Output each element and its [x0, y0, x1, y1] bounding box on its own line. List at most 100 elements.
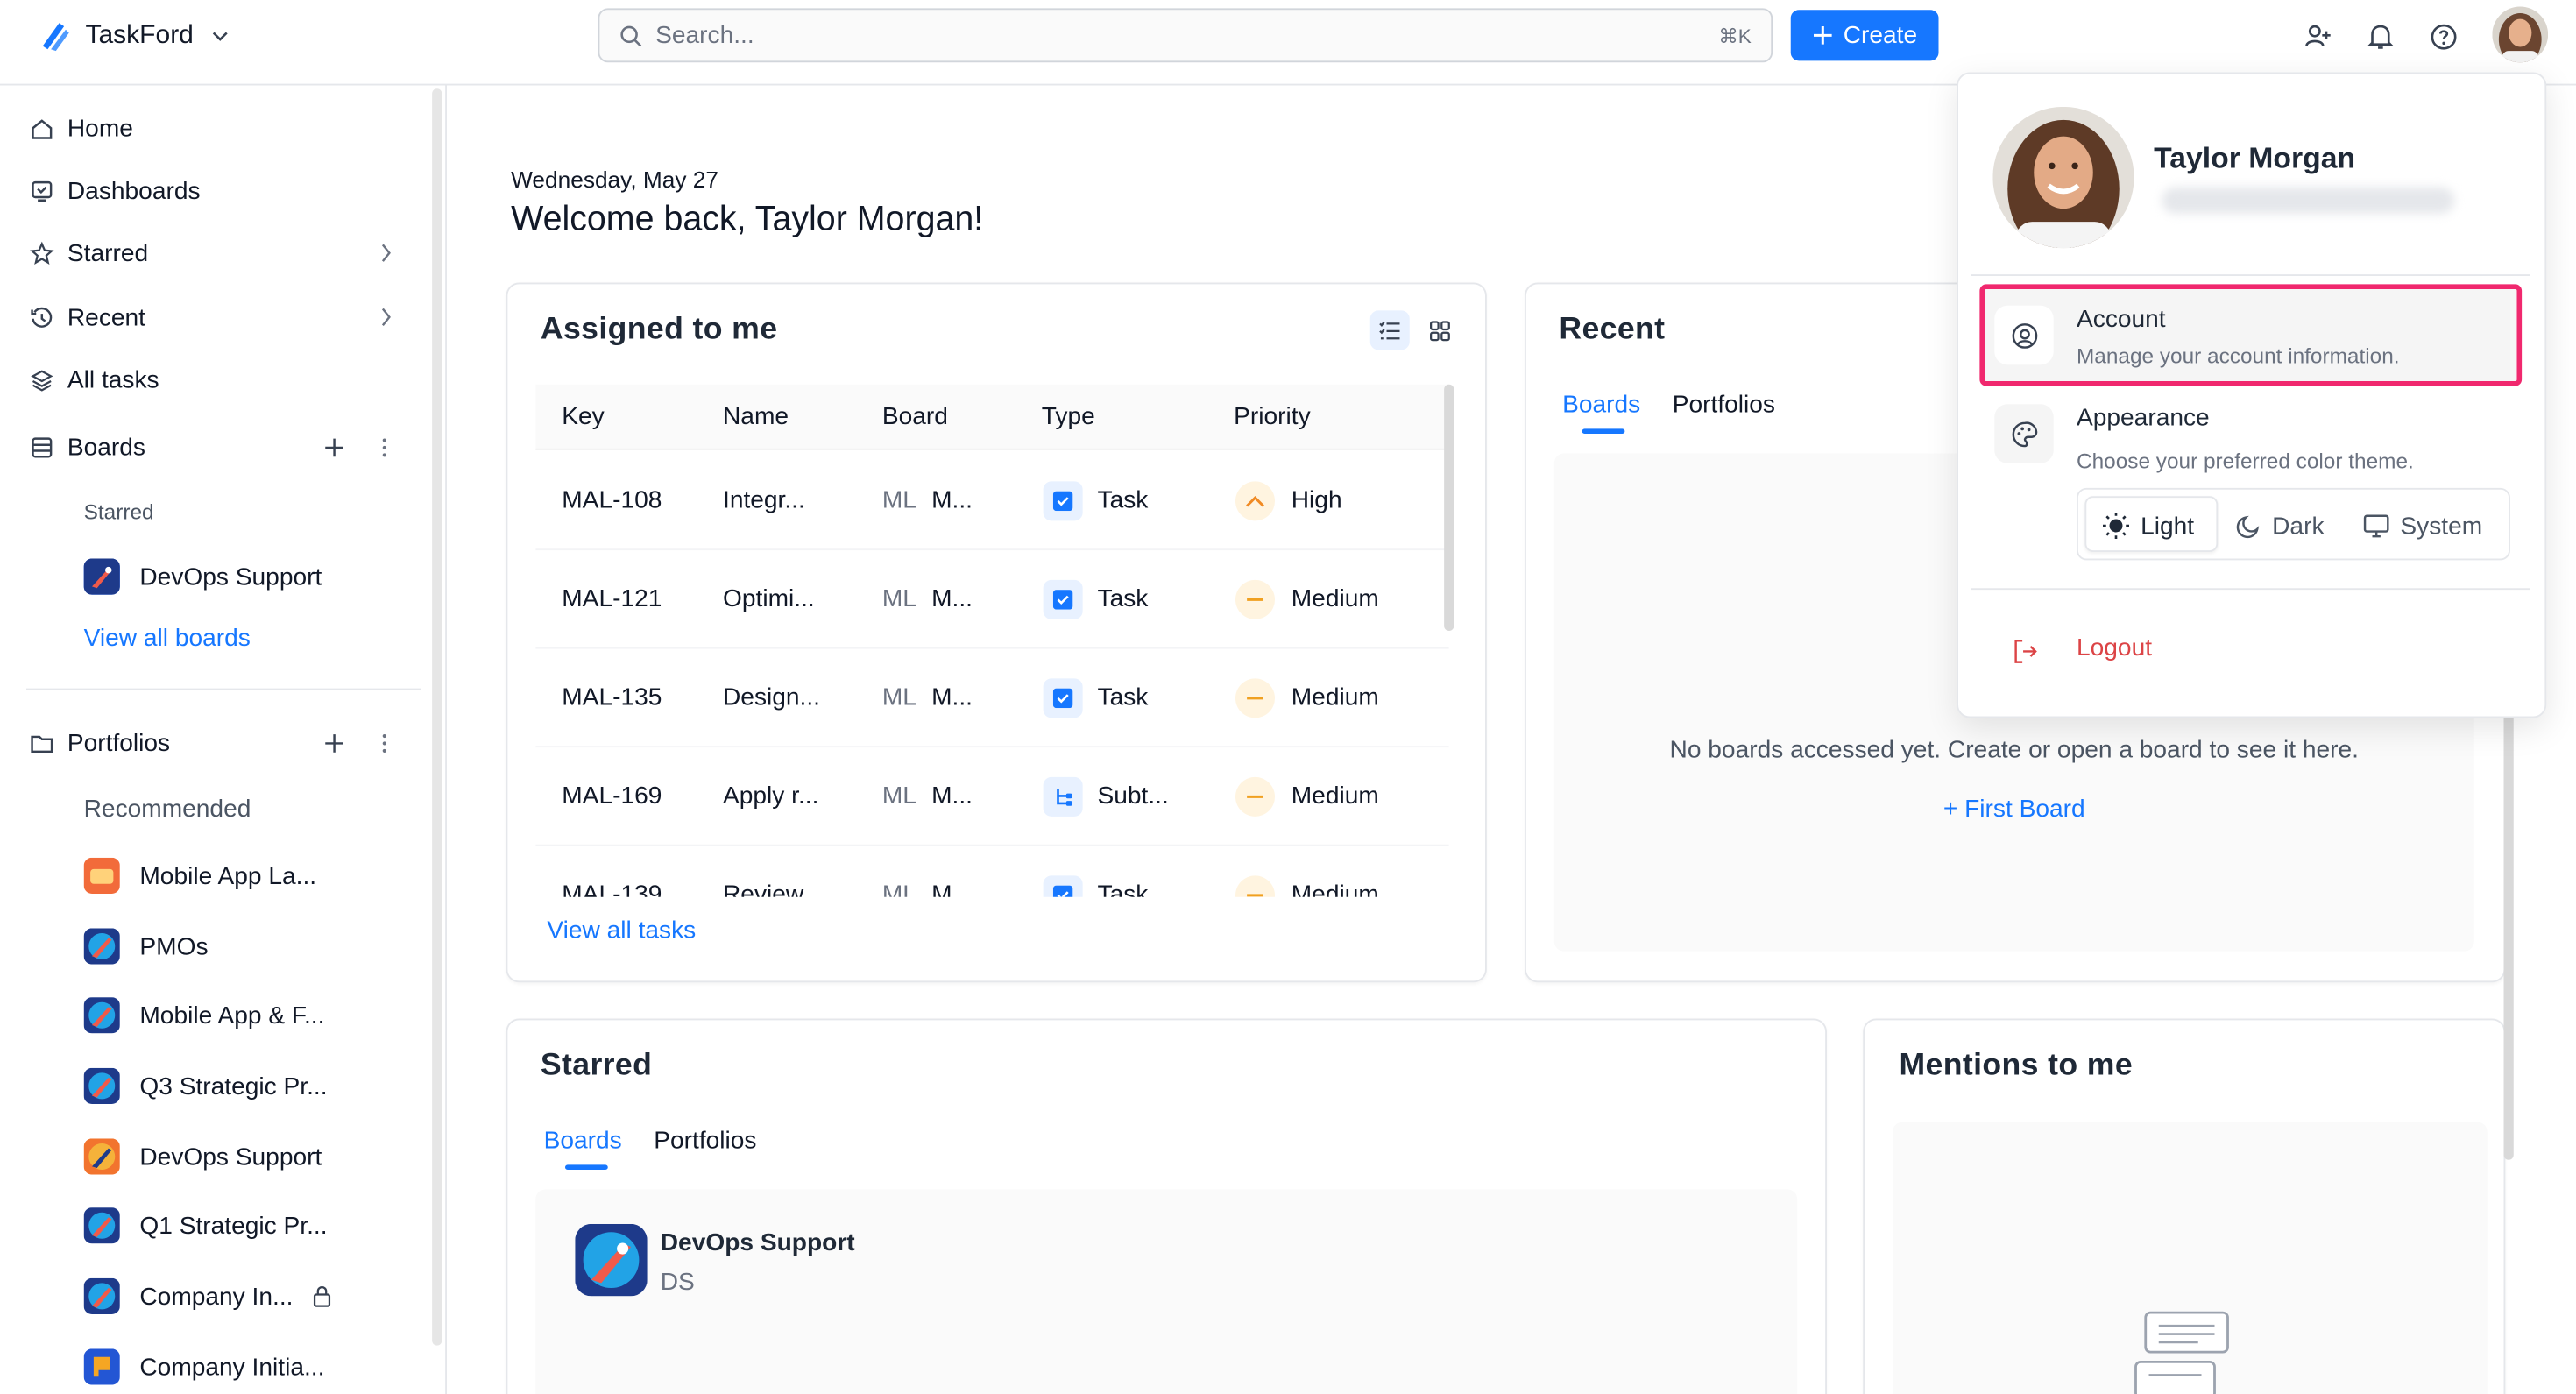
task-key[interactable]: MAL-135	[562, 683, 662, 711]
task-name[interactable]: Optimi...	[723, 585, 815, 613]
logout-button[interactable]: Logout	[2077, 634, 2152, 662]
rocket-icon	[83, 1067, 120, 1104]
sidebar-section-portfolios[interactable]: Portfolios	[30, 725, 170, 761]
tab-recent-boards[interactable]: Boards	[1562, 391, 1640, 419]
sidebar-item-label: Dashboards	[67, 176, 201, 205]
rocket-icon	[83, 1138, 120, 1175]
table-row[interactable]: MAL-169 Apply r... ML M... Subt... Mediu…	[535, 747, 1449, 846]
board-name: M...	[931, 584, 973, 613]
sidebar-portfolio-label: Q1 Strategic Pr...	[139, 1211, 328, 1240]
sidebar-item-starred[interactable]: Starred	[30, 235, 148, 271]
sidebar-portfolio-item[interactable]: PMOs	[83, 927, 209, 966]
task-key[interactable]: MAL-121	[562, 585, 662, 613]
sidebar-item-label: Recent	[67, 302, 145, 331]
view-all-boards-link[interactable]: View all boards	[84, 625, 251, 653]
task-key[interactable]: MAL-169	[562, 782, 662, 810]
rocket-icon	[83, 928, 120, 965]
chevron-right-icon[interactable]	[375, 306, 398, 329]
sidebar-portfolio-item[interactable]: Company Initia...	[83, 1348, 325, 1387]
sidebar-portfolio-label: DevOps Support	[139, 1143, 322, 1171]
help-button[interactable]	[2426, 20, 2459, 53]
tab-starred-boards[interactable]: Boards	[544, 1127, 622, 1155]
portfolios-more-button[interactable]	[373, 731, 396, 754]
first-board-link[interactable]: + First Board	[1554, 796, 2474, 824]
app-logo-icon	[42, 23, 69, 52]
plus-icon	[1813, 26, 1832, 45]
sidebar-divider	[26, 688, 421, 690]
board-prefix: ML	[881, 683, 916, 711]
layers-icon	[31, 369, 53, 391]
history-icon	[31, 306, 53, 327]
sidebar-portfolio-label: Q3 Strategic Pr...	[139, 1072, 328, 1100]
invite-user-button[interactable]	[2302, 20, 2335, 53]
chevron-right-icon[interactable]	[375, 242, 398, 265]
add-portfolio-button[interactable]	[322, 731, 345, 754]
task-key[interactable]: MAL-139	[562, 881, 662, 897]
column-header-name: Name	[723, 402, 789, 431]
board-prefix: ML	[881, 584, 916, 613]
task-name[interactable]: Design...	[723, 683, 820, 711]
sidebar-item-home[interactable]: Home	[30, 110, 133, 146]
task-type: Task	[1097, 683, 1149, 711]
grid-view-button[interactable]	[1419, 310, 1459, 350]
task-priority: Medium	[1291, 782, 1379, 810]
sun-icon	[2103, 513, 2129, 539]
sidebar-item-all-tasks[interactable]: All tasks	[30, 362, 159, 398]
sidebar-portfolio-item[interactable]: Mobile App La...	[83, 856, 316, 895]
sidebar-portfolio-label: Mobile App & F...	[139, 1001, 325, 1030]
sidebar-item-recent[interactable]: Recent	[30, 299, 145, 335]
mentions-card-title: Mentions to me	[1899, 1048, 2134, 1083]
add-board-button[interactable]	[322, 435, 345, 458]
profile-avatar	[1992, 106, 2134, 249]
table-row[interactable]: MAL-108 Integr... ML M... Task High	[535, 452, 1449, 551]
task-type-icon	[1043, 875, 1083, 897]
starred-board-name[interactable]: DevOps Support	[661, 1229, 855, 1257]
rocket-icon	[83, 1207, 120, 1244]
sidebar-scrollbar[interactable]	[432, 88, 442, 1346]
list-view-button[interactable]	[1369, 310, 1410, 350]
main-scrollbar[interactable]	[2503, 690, 2514, 1160]
table-scrollbar[interactable]	[1444, 384, 1454, 631]
starred-boards-label: Starred	[83, 499, 154, 525]
sidebar-section-boards[interactable]: Boards	[30, 428, 145, 464]
task-key[interactable]: MAL-108	[562, 486, 662, 514]
task-name[interactable]: Integr...	[723, 486, 805, 514]
task-priority: Medium	[1291, 584, 1379, 613]
task-name[interactable]: Apply r...	[723, 782, 818, 810]
table-row[interactable]: MAL-121 Optimi... ML M... Task Medium	[535, 550, 1449, 649]
sidebar-portfolio-item[interactable]: Q3 Strategic Pr...	[83, 1066, 328, 1106]
notifications-button[interactable]	[2364, 20, 2397, 53]
theme-option-system[interactable]: System	[2362, 501, 2482, 550]
task-type: Task	[1097, 486, 1149, 514]
dropdown-divider	[1971, 274, 2530, 276]
task-priority: High	[1291, 486, 1342, 514]
sidebar-portfolio-item[interactable]: DevOps Support	[83, 1137, 322, 1177]
account-menu-item[interactable]	[1979, 284, 2523, 386]
portfolio-icon	[83, 857, 120, 894]
table-row[interactable]: MAL-135 Design... ML M... Task Medium	[535, 649, 1449, 748]
sidebar-portfolio-item[interactable]: Mobile App & F...	[83, 995, 325, 1035]
table-row[interactable]: MAL-139 Review... ML M... Task Medium	[535, 846, 1449, 897]
user-avatar-button[interactable]	[2492, 6, 2549, 63]
board-prefix: ML	[881, 782, 916, 810]
theme-option-light[interactable]: Light	[2101, 501, 2194, 550]
workspace-switcher[interactable]: TaskFord	[36, 17, 230, 56]
rocket-icon[interactable]	[575, 1223, 648, 1297]
board-name: M...	[931, 782, 973, 810]
search-input[interactable]: Search... ⌘K	[598, 8, 1773, 63]
theme-option-dark[interactable]: Dark	[2236, 501, 2325, 550]
boards-more-button[interactable]	[373, 435, 396, 458]
create-label: Create	[1843, 21, 1918, 50]
sidebar-portfolio-item[interactable]: Company In...	[83, 1277, 333, 1316]
view-all-tasks-link[interactable]: View all tasks	[547, 916, 696, 945]
create-button[interactable]: Create	[1790, 10, 1939, 61]
tab-starred-portfolios[interactable]: Portfolios	[654, 1127, 756, 1155]
sidebar-portfolio-label: Company Initia...	[139, 1353, 325, 1381]
tab-recent-portfolios[interactable]: Portfolios	[1673, 391, 1775, 419]
sidebar-portfolio-item[interactable]: Q1 Strategic Pr...	[83, 1206, 328, 1245]
sidebar-board-devops-support[interactable]: DevOps Support	[83, 557, 322, 597]
theme-option-label: Light	[2141, 512, 2195, 540]
task-name[interactable]: Review...	[723, 881, 823, 897]
starred-board-key: DS	[660, 1268, 695, 1297]
sidebar-item-dashboards[interactable]: Dashboards	[30, 173, 201, 209]
